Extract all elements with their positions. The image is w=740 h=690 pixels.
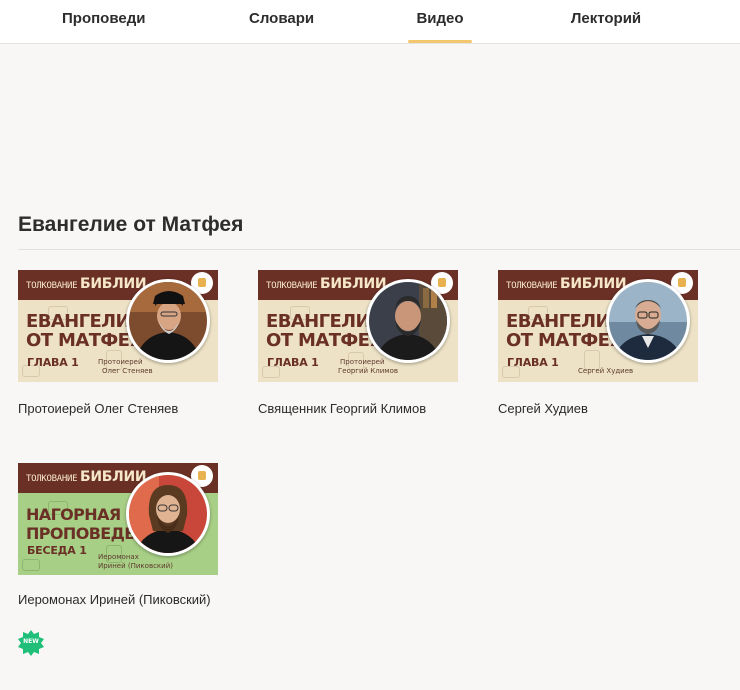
speaker-portrait (366, 279, 450, 363)
thumbnail-book-subtitle: ОТ МАТФЕЯ (266, 330, 383, 351)
thumbnail-chapter: ГЛАВА 1 (27, 356, 79, 369)
tab-dictionaries[interactable]: Словари (249, 0, 314, 43)
video-title[interactable]: Протоиерей Олег Стеняев (18, 400, 218, 417)
thumbnail-chapter: БЕСЕДА 1 (27, 544, 87, 557)
video-card[interactable]: ТОЛКОВАНИЕ БИБЛИИ ЕВАНГЕЛИЕ ОТ МАТФЕЯ ГЛ… (498, 270, 700, 420)
speaker-portrait (126, 472, 210, 556)
banner-big-text: БИБЛИИ (80, 276, 147, 292)
banner-small-text: ТОЛКОВАНИЕ (26, 474, 78, 484)
thumbnail-speaker-name: Георгий Климов (338, 367, 398, 375)
thumbnail-speaker-name: Олег Стеняев (102, 367, 153, 375)
thumbnail-book-title: ЕВАНГЕЛИЕ (26, 311, 142, 332)
video-thumbnail[interactable]: ТОЛКОВАНИЕ БИБЛИИ НАГОРНАЯ ПРОПОВЕДЬ БЕС… (18, 463, 218, 575)
thumbnail-book-subtitle: ОТ МАТФЕЯ (26, 330, 143, 351)
thumbnail-speaker-name: Сергей Худиев (578, 367, 634, 375)
category-tabs: Проповеди Словари Видео Лекторий (0, 0, 740, 44)
tab-lecture-hall[interactable]: Лекторий (570, 0, 642, 43)
section-divider (18, 249, 740, 250)
speaker-portrait (606, 279, 690, 363)
video-title[interactable]: Иеромонах Ириней (Пиковский) (18, 591, 218, 608)
thumbnail-chapter: ГЛАВА 1 (507, 356, 559, 369)
tab-sermons[interactable]: Проповеди (62, 0, 145, 43)
speaker-portrait (126, 279, 210, 363)
thumbnail-chapter: ГЛАВА 1 (267, 356, 319, 369)
video-thumbnail[interactable]: ТОЛКОВАНИЕ БИБЛИИ ЕВАНГЕЛИЕ ОТ МАТФЕЯ ГЛ… (258, 270, 458, 382)
banner-big-text: БИБЛИИ (320, 276, 387, 292)
new-badge: NEW (18, 630, 44, 656)
thumbnail-book-title: ЕВАНГЕЛИЕ (266, 311, 382, 332)
banner-small-text: ТОЛКОВАНИЕ (266, 281, 318, 291)
tab-video[interactable]: Видео (408, 0, 472, 43)
banner-small-text: ТОЛКОВАНИЕ (506, 281, 558, 291)
video-card[interactable]: ТОЛКОВАНИЕ БИБЛИИ НАГОРНАЯ ПРОПОВЕДЬ БЕС… (18, 463, 220, 628)
banner-small-text: ТОЛКОВАНИЕ (26, 281, 78, 291)
banner-big-text: БИБЛИИ (560, 276, 627, 292)
video-thumbnail[interactable]: ТОЛКОВАНИЕ БИБЛИИ ЕВАНГЕЛИЕ ОТ МАТФЕЯ ГЛ… (18, 270, 218, 382)
thumbnail-book-subtitle: ПРОПОВЕДЬ (26, 524, 136, 543)
thumbnail-book-title: НАГОРНАЯ (26, 505, 121, 524)
video-title[interactable]: Сергей Худиев (498, 400, 698, 417)
thumbnail-rank: Протоиерей (98, 358, 143, 366)
thumbnail-book-subtitle: ОТ МАТФЕЯ (506, 330, 623, 351)
video-card[interactable]: ТОЛКОВАНИЕ БИБЛИИ ЕВАНГЕЛИЕ ОТ МАТФЕЯ ГЛ… (18, 270, 220, 420)
banner-big-text: БИБЛИИ (80, 469, 147, 485)
video-card[interactable]: ТОЛКОВАНИЕ БИБЛИИ ЕВАНГЕЛИЕ ОТ МАТФЕЯ ГЛ… (258, 270, 460, 420)
video-thumbnail[interactable]: ТОЛКОВАНИЕ БИБЛИИ ЕВАНГЕЛИЕ ОТ МАТФЕЯ ГЛ… (498, 270, 698, 382)
thumbnail-rank: Протоиерей (340, 358, 385, 366)
new-badge-label: NEW (23, 638, 39, 645)
thumbnail-speaker-name: Ириней (Пиковский) (98, 562, 173, 570)
thumbnail-book-title: ЕВАНГЕЛИЕ (506, 311, 622, 332)
thumbnail-rank: Иеромонах (98, 553, 139, 561)
section-title: Евангелие от Матфея (18, 213, 244, 236)
video-title[interactable]: Священник Георгий Климов (258, 400, 458, 417)
